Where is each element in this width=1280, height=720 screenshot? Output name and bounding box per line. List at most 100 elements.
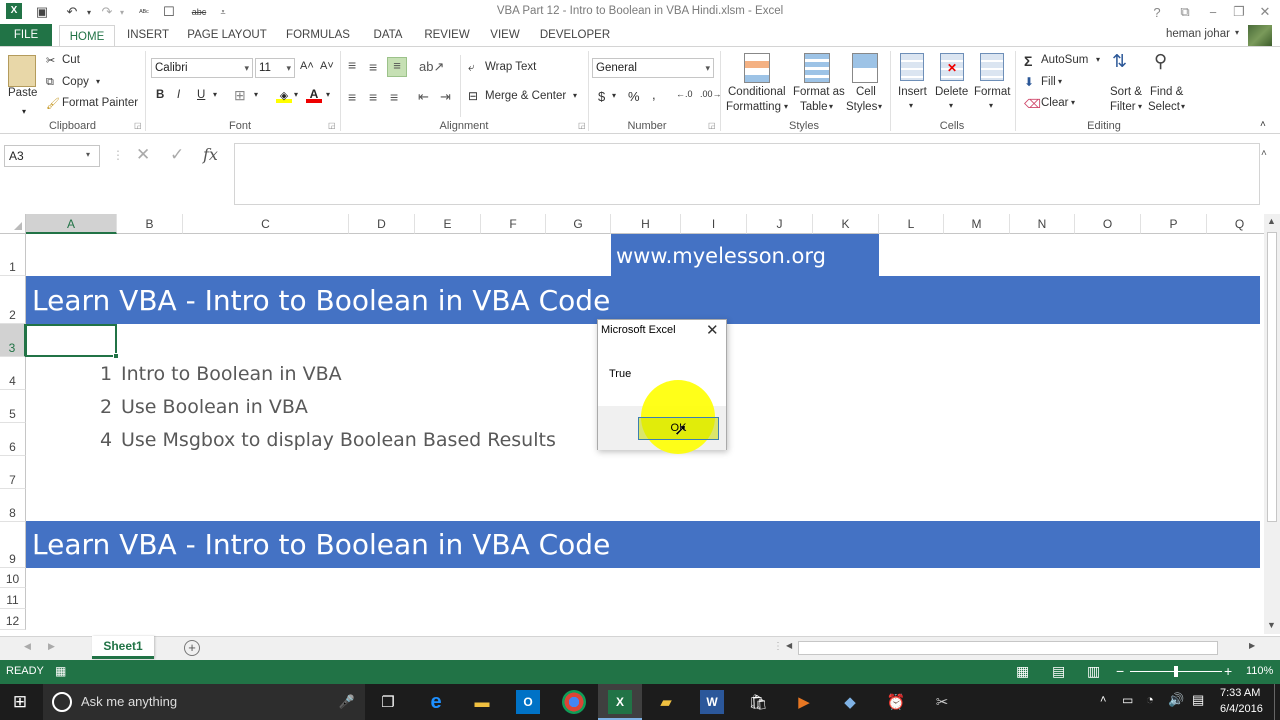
row-header-10[interactable]: 10 xyxy=(0,568,26,588)
format-cells-icon[interactable] xyxy=(980,53,1004,81)
clock-date[interactable]: 6/4/2016 xyxy=(1220,703,1263,715)
italic-icon[interactable]: I xyxy=(177,89,180,101)
fill-color-icon[interactable]: ◈ xyxy=(276,89,292,103)
format-as-table-label-1[interactable]: Format as xyxy=(793,86,845,98)
fill-color-dropdown-icon[interactable]: ▾ xyxy=(294,90,298,99)
store-icon[interactable]: 🛍 xyxy=(746,690,770,714)
align-right-icon[interactable]: ≡ xyxy=(390,89,398,105)
grow-font-icon[interactable]: A˄ xyxy=(300,60,314,72)
outlook-icon[interactable]: O xyxy=(516,690,540,714)
scroll-right-icon[interactable]: ▶ xyxy=(1249,641,1255,650)
column-header-d[interactable]: D xyxy=(349,214,415,234)
sort-filter-label-2[interactable]: Filter xyxy=(1110,101,1136,113)
page-break-view-icon[interactable]: ▥ xyxy=(1087,663,1100,680)
percent-icon[interactable]: % xyxy=(628,89,640,104)
cell-styles-dropdown-icon[interactable]: ▾ xyxy=(878,102,882,111)
conditional-formatting-icon[interactable] xyxy=(744,53,770,83)
clock-time[interactable]: 7:33 AM xyxy=(1220,687,1260,699)
scroll-left-icon[interactable]: ◀ xyxy=(786,641,792,650)
collapse-ribbon-icon[interactable]: ˄ xyxy=(1260,119,1266,130)
fill-handle[interactable] xyxy=(113,353,119,359)
select-all-button[interactable] xyxy=(0,214,26,234)
cell-styles-label-1[interactable]: Cell xyxy=(856,86,876,98)
footer-banner-cell[interactable]: Learn VBA - Intro to Boolean in VBA Code xyxy=(26,521,1260,568)
list-item-text[interactable]: Use Msgbox to display Boolean Based Resu… xyxy=(121,429,556,451)
autosum-dropdown-icon[interactable]: ▾ xyxy=(1096,55,1100,64)
website-url-cell[interactable]: www.myelesson.org xyxy=(611,234,879,276)
folder-icon[interactable]: ▰ xyxy=(654,690,678,714)
row-header-1[interactable]: 1 xyxy=(0,234,26,276)
column-header-h[interactable]: H xyxy=(611,214,681,234)
zoom-in-icon[interactable]: + xyxy=(1224,663,1232,679)
microphone-icon[interactable]: 🎤 xyxy=(335,690,359,714)
copy-button[interactable]: Copy xyxy=(62,76,89,88)
row-header-3[interactable]: 3 xyxy=(0,324,26,357)
snipping-tool-icon[interactable]: ✂ xyxy=(930,690,954,714)
avatar[interactable] xyxy=(1248,25,1272,47)
cell-styles-icon[interactable] xyxy=(852,53,878,83)
shrink-font-icon[interactable]: A˅ xyxy=(320,60,334,72)
page-layout-view-icon[interactable]: ▤ xyxy=(1052,663,1065,680)
column-header-g[interactable]: G xyxy=(546,214,611,234)
battery-icon[interactable]: ▭ xyxy=(1122,693,1133,707)
prev-sheet-icon[interactable]: ◀ xyxy=(24,641,31,652)
scroll-up-icon[interactable]: ▲ xyxy=(1267,216,1276,226)
minimize-icon[interactable]: − xyxy=(1204,3,1222,21)
user-name[interactable]: heman johar xyxy=(1166,28,1230,40)
align-top-icon[interactable]: ≡ xyxy=(348,57,356,73)
row-header-7[interactable]: 7 xyxy=(0,456,26,489)
row-header-2[interactable]: 2 xyxy=(0,276,26,324)
macro-record-icon[interactable]: ▦ xyxy=(55,664,66,678)
column-header-k[interactable]: K xyxy=(813,214,879,234)
zoom-level[interactable]: 110% xyxy=(1246,665,1273,677)
align-middle-icon[interactable]: ≡ xyxy=(369,59,377,75)
column-header-o[interactable]: O xyxy=(1075,214,1141,234)
dialog-close-icon[interactable]: ✕ xyxy=(706,321,719,339)
vertical-scroll-thumb[interactable] xyxy=(1267,232,1277,522)
paste-button[interactable]: Paste xyxy=(8,87,37,99)
edge-icon[interactable]: e xyxy=(424,690,448,714)
column-header-a[interactable]: A xyxy=(26,214,117,234)
font-name-select[interactable]: Calibri xyxy=(151,58,253,78)
word-icon[interactable]: W xyxy=(700,690,724,714)
delete-dropdown-icon[interactable]: ▾ xyxy=(949,101,953,110)
row-header-9[interactable]: 9 xyxy=(0,522,26,568)
column-header-n[interactable]: N xyxy=(1010,214,1075,234)
notifications-icon[interactable]: ▤ xyxy=(1192,692,1204,708)
borders-icon[interactable]: ⊞ xyxy=(234,87,246,104)
selected-cell-a3[interactable] xyxy=(25,324,117,357)
borders-dropdown-icon[interactable]: ▾ xyxy=(254,90,258,99)
align-center-icon[interactable]: ≡ xyxy=(369,89,377,105)
fill-dropdown-icon[interactable]: ▾ xyxy=(1058,77,1062,86)
conditional-formatting-label-2[interactable]: Formatting xyxy=(726,101,781,113)
column-header-l[interactable]: L xyxy=(879,214,944,234)
number-format-select[interactable]: General xyxy=(592,58,714,78)
clear-button[interactable]: Clear xyxy=(1041,97,1068,109)
column-header-q[interactable]: Q xyxy=(1207,214,1264,234)
orientation-icon[interactable]: ab↗ xyxy=(419,59,444,75)
alarm-clock-icon[interactable]: ⏰ xyxy=(884,690,908,714)
normal-view-icon[interactable]: ▦ xyxy=(1016,663,1029,680)
find-select-dropdown-icon[interactable]: ▾ xyxy=(1181,102,1185,111)
column-header-c[interactable]: C xyxy=(183,214,349,234)
sheet-tab-sheet1[interactable]: Sheet1 xyxy=(92,636,154,659)
insert-cells-icon[interactable] xyxy=(900,53,924,81)
underline-dropdown-icon[interactable]: ▾ xyxy=(213,90,217,99)
formula-input[interactable] xyxy=(234,143,1260,205)
tab-split-icon[interactable]: ⋮ xyxy=(773,641,783,652)
row-header-4[interactable]: 4 xyxy=(0,357,26,390)
align-bottom-icon[interactable]: ≡ xyxy=(387,57,407,77)
app-icon[interactable]: ◆ xyxy=(838,690,862,714)
font-launcher-icon[interactable]: ◲ xyxy=(328,121,336,130)
delete-cells-button[interactable]: Delete xyxy=(935,86,968,98)
insert-cells-button[interactable]: Insert xyxy=(898,86,927,98)
zoom-out-icon[interactable]: − xyxy=(1116,663,1124,679)
tab-file[interactable]: FILE xyxy=(0,24,52,46)
list-item-text[interactable]: Use Boolean in VBA xyxy=(121,396,308,418)
format-dropdown-icon[interactable]: ▾ xyxy=(989,101,993,110)
font-size-select[interactable]: 11 xyxy=(255,58,295,78)
scroll-down-icon[interactable]: ▼ xyxy=(1267,620,1276,630)
close-window-icon[interactable]: ✕ xyxy=(1256,3,1274,21)
cut-button[interactable]: Cut xyxy=(62,54,80,66)
number-launcher-icon[interactable]: ◲ xyxy=(708,121,716,130)
